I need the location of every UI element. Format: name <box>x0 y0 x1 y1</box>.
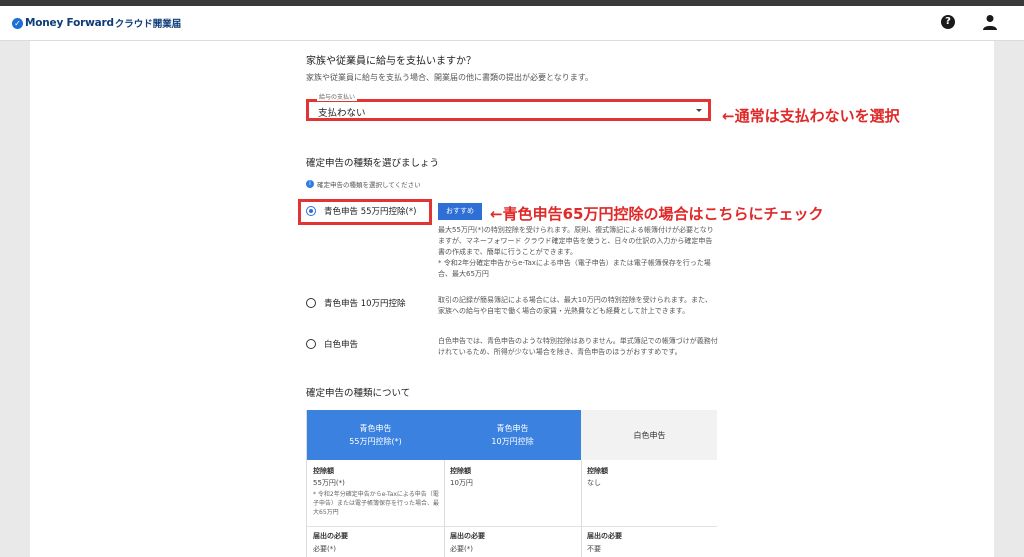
info-icon: i <box>306 180 314 188</box>
notice-value: 必要(*) <box>313 545 336 553</box>
recommended-badge: おすすめ <box>438 203 482 220</box>
row-divider <box>444 526 581 527</box>
user-account-icon[interactable] <box>982 14 998 30</box>
deduction-value: 10万円 <box>450 479 473 487</box>
dropdown-caret-icon <box>696 109 702 112</box>
deduction-label: 控除額 <box>587 467 608 475</box>
column-subtitle: 10万円控除 <box>491 437 534 446</box>
notice-label: 届出の必要 <box>587 532 622 540</box>
radio-label: 白色申告 <box>324 340 359 350</box>
column-subtitle: 55万円控除(*) <box>349 437 402 446</box>
salary-select-value: 支払わない <box>318 108 366 119</box>
comparison-table: 青色申告 55万円控除(*) 控除額 55万円(*) * 令和2年分確定申告から… <box>306 410 717 557</box>
salary-description: 家族や従業員に給与を支払う場合、開業届の他に書類の提出が必要となります。 <box>306 73 593 82</box>
option-description: 取引の記録が簡易簿記による場合には、最大10万円の特別控除を受けられます。また、… <box>438 296 712 315</box>
radio-button-selected[interactable] <box>306 206 316 216</box>
money-forward-logo-icon: ✓ <box>12 17 23 29</box>
column-title: 青色申告 <box>496 424 529 433</box>
comparison-column: 白色申告 控除額 なし 届出の必要 不要 <box>581 410 717 557</box>
radio-white[interactable]: 白色申告 <box>306 338 358 350</box>
radio-label: 青色申告 55万円控除(*) <box>324 207 417 217</box>
notice-label: 届出の必要 <box>450 532 485 540</box>
radio-blue-55[interactable]: 青色申告 55万円控除(*) <box>306 205 416 217</box>
app-logo[interactable]: ✓ Money Forward クラウド開業届 <box>12 16 181 30</box>
brand-name: Money Forward <box>25 17 114 29</box>
notice-label: 届出の必要 <box>313 532 348 540</box>
deduction-note: * 令和2年分確定申告からe-Taxによる申告（電子申告）または電子帳簿保存を行… <box>313 491 440 516</box>
filing-type-hint: i 確定申告の種類を選択してください <box>306 179 421 189</box>
salary-select-field: 支払わない 給与の支払い <box>306 92 713 124</box>
salary-field-label: 給与の支払い <box>317 92 358 101</box>
salary-question: 家族や従業員に給与を支払いますか？ <box>306 56 476 67</box>
radio-label: 青色申告 10万円控除 <box>324 299 406 309</box>
filing-annotation: ←青色申告65万円控除の場合はこちらにチェック <box>490 205 824 223</box>
column-title: 白色申告 <box>633 430 666 440</box>
radio-blue-10[interactable]: 青色申告 10万円控除 <box>306 297 406 309</box>
notice-value: 必要(*) <box>450 545 473 553</box>
deduction-label: 控除額 <box>313 467 334 475</box>
notice-value: 不要 <box>587 545 601 553</box>
comparison-column: 青色申告 55万円控除(*) 控除額 55万円(*) * 令和2年分確定申告から… <box>307 410 445 557</box>
product-name: クラウド開業届 <box>114 19 182 30</box>
column-title: 青色申告 <box>359 424 392 433</box>
help-icon[interactable]: ? <box>941 15 955 29</box>
deduction-value: なし <box>587 479 601 487</box>
deduction-label: 控除額 <box>450 467 471 475</box>
radio-button[interactable] <box>306 339 316 349</box>
deduction-value: 55万円(*) <box>313 479 345 487</box>
row-divider <box>581 526 717 527</box>
column-header: 白色申告 <box>581 410 717 460</box>
option-note: * 令和2年分確定申告からe-Taxによる申告（電子申告）または電子帳簿保存を行… <box>438 259 711 278</box>
comparison-column: 青色申告 10万円控除 控除額 10万円 届出の必要 必要(*) <box>444 410 582 557</box>
salary-annotation: ←通常は支払わないを選択 <box>722 107 900 125</box>
salary-select[interactable]: 支払わない <box>306 99 711 121</box>
radio-button[interactable] <box>306 298 316 308</box>
comparison-heading: 確定申告の種類について <box>306 388 411 399</box>
filing-type-hint-text: 確定申告の種類を選択してください <box>317 181 421 189</box>
option-description: 最大55万円(*)の特別控除を受けられます。原則、複式簿記による帳簿付けが必要と… <box>438 226 714 256</box>
filing-type-heading: 確定申告の種類を選びましょう <box>306 158 440 169</box>
column-header: 青色申告 55万円控除(*) <box>307 410 444 460</box>
main-content: 家族や従業員に給与を支払いますか？ 家族や従業員に給与を支払う場合、開業届の他に… <box>30 41 994 557</box>
option-description: 白色申告では、青色申告のような特別控除はありません。単式簿記での帳簿づけが義務付… <box>438 337 718 356</box>
app-header: ✓ Money Forward クラウド開業届 ? <box>0 6 1024 41</box>
row-divider <box>307 526 444 527</box>
column-header: 青色申告 10万円控除 <box>444 410 581 460</box>
